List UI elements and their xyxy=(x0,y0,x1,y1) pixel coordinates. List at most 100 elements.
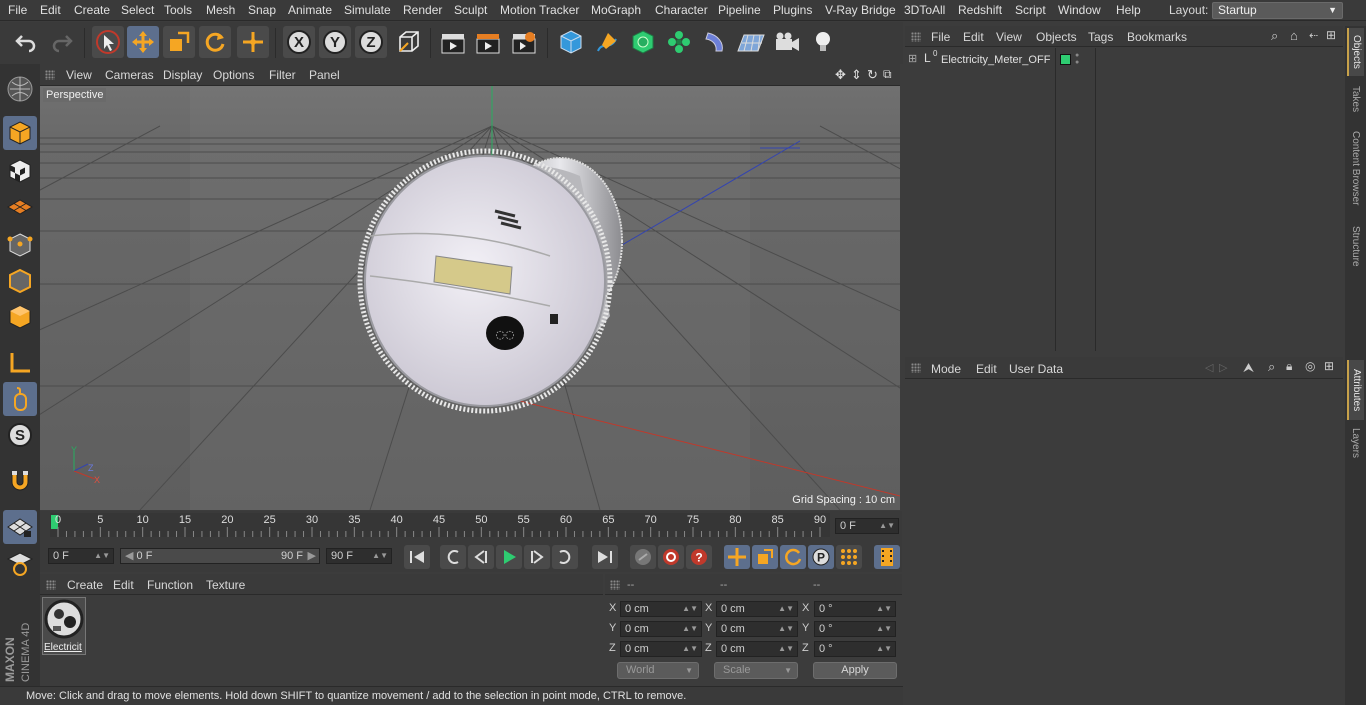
viewport-menu-view[interactable]: View xyxy=(66,68,92,82)
panel-grip[interactable] xyxy=(911,32,921,42)
menu-tools[interactable]: Tools xyxy=(164,3,192,17)
menu-help[interactable]: Help xyxy=(1116,3,1141,17)
viewport-menu-options[interactable]: Options xyxy=(213,68,254,82)
go-to-end-button[interactable] xyxy=(592,545,618,569)
search-icon[interactable]: ⌕ xyxy=(1268,359,1275,375)
render-view-button[interactable] xyxy=(437,26,469,58)
rotate-view-icon[interactable]: ↻ xyxy=(867,67,878,83)
dolly-view-icon[interactable]: ⇕ xyxy=(851,67,862,83)
tab-takes[interactable]: Takes xyxy=(1347,80,1364,118)
menu-mesh[interactable]: Mesh xyxy=(206,3,235,17)
visibility-dots-icon[interactable]: ● ● xyxy=(1075,52,1079,66)
key-rotation-button[interactable] xyxy=(780,545,806,569)
panel-grip[interactable] xyxy=(45,70,55,80)
key-position-button[interactable] xyxy=(724,545,750,569)
start-frame-field[interactable]: 0 F ▲▼ xyxy=(48,548,114,564)
key-point-level-button[interactable] xyxy=(836,545,862,569)
undo-button[interactable] xyxy=(10,26,42,58)
attribute-menu-edit[interactable]: Edit xyxy=(976,362,997,376)
object-menu-edit[interactable]: Edit xyxy=(963,30,984,44)
menu-create[interactable]: Create xyxy=(74,3,110,17)
object-menu-tags[interactable]: Tags xyxy=(1088,30,1113,44)
menu-motion-tracker[interactable]: Motion Tracker xyxy=(500,3,579,17)
menu-animate[interactable]: Animate xyxy=(288,3,332,17)
tab-objects[interactable]: Objects xyxy=(1347,28,1364,76)
scale-tool-button[interactable] xyxy=(163,26,195,58)
attribute-menu-mode[interactable]: Mode xyxy=(931,362,961,376)
menu-file[interactable]: File xyxy=(8,3,27,17)
record-active-objects-button[interactable] xyxy=(630,545,656,569)
tab-structure[interactable]: Structure xyxy=(1347,220,1364,272)
floor-object-button[interactable] xyxy=(735,26,767,58)
texture-mode-button[interactable] xyxy=(3,154,37,188)
menu-redshift[interactable]: Redshift xyxy=(958,3,1002,17)
cube-object-button[interactable] xyxy=(555,26,587,58)
next-key-button[interactable] xyxy=(552,545,578,569)
polygons-mode-button[interactable] xyxy=(3,300,37,334)
object-menu-bookmarks[interactable]: Bookmarks xyxy=(1127,30,1187,44)
menu-window[interactable]: Window xyxy=(1058,3,1101,17)
autokeying-button[interactable] xyxy=(658,545,684,569)
transform-tool-button[interactable] xyxy=(237,26,269,58)
navigate-back-icon[interactable]: ⇠ xyxy=(1309,29,1318,42)
home-icon[interactable]: ⌂ xyxy=(1290,28,1298,43)
locked-workplane-button[interactable] xyxy=(3,510,37,544)
expand-plus-icon[interactable]: ⊞ xyxy=(908,52,917,65)
menu-snap[interactable]: Snap xyxy=(248,3,276,17)
subdivision-surface-button[interactable] xyxy=(627,26,659,58)
layout-select[interactable]: Startup ▼ xyxy=(1212,2,1343,19)
next-frame-button[interactable] xyxy=(524,545,550,569)
coordinate-mode-select[interactable]: World ▼ xyxy=(617,662,699,679)
size-z-field[interactable]: 0 cm ▲▼ xyxy=(716,641,798,657)
keyframe-selection-button[interactable]: ? xyxy=(686,545,712,569)
new-window-icon[interactable]: ⊞ xyxy=(1326,28,1336,42)
z-axis-lock-button[interactable]: Z xyxy=(355,26,387,58)
object-row[interactable]: ⊞ L 0 Electricity_Meter_OFF xyxy=(905,49,1055,69)
coordinate-system-button[interactable] xyxy=(393,26,425,58)
back-arrow-icon[interactable]: ◁ xyxy=(1205,361,1213,374)
menu-sculpt[interactable]: Sculpt xyxy=(454,3,487,17)
axis-mode-button[interactable] xyxy=(3,346,37,380)
forward-arrow-icon[interactable]: ▷ xyxy=(1219,361,1227,374)
layer-color-swatch[interactable] xyxy=(1060,54,1071,65)
camera-label[interactable]: Perspective xyxy=(43,88,107,102)
viewport-menu-filter[interactable]: Filter xyxy=(269,68,296,82)
position-y-field[interactable]: 0 cm ▲▼ xyxy=(620,621,702,637)
edges-mode-button[interactable] xyxy=(3,264,37,298)
size-mode-select[interactable]: Scale ▼ xyxy=(714,662,798,679)
object-menu-objects[interactable]: Objects xyxy=(1036,30,1077,44)
menu-plugins[interactable]: Plugins xyxy=(773,3,812,17)
render-settings-button[interactable] xyxy=(508,26,540,58)
y-axis-lock-button[interactable]: Y xyxy=(319,26,351,58)
previous-key-button[interactable] xyxy=(440,545,466,569)
cloner-button[interactable] xyxy=(663,26,695,58)
timeline-ruler[interactable]: 0 5 10 15 20 25 30 35 40 45 50 55 60 65 70 75 80 85 90 0 F… xyxy=(40,511,902,541)
menu-edit[interactable]: Edit xyxy=(40,3,61,17)
target-icon[interactable]: ◎ xyxy=(1305,359,1315,373)
pen-spline-button[interactable] xyxy=(591,26,623,58)
menu-3dtoall[interactable]: 3DToAll xyxy=(904,3,945,17)
model-mode-button[interactable] xyxy=(3,116,37,150)
position-x-field[interactable]: 0 cm ▲▼ xyxy=(620,601,702,617)
menu-character[interactable]: Character xyxy=(655,3,708,17)
object-menu-file[interactable]: File xyxy=(931,30,950,44)
menu-select[interactable]: Select xyxy=(121,3,154,17)
snap-button[interactable] xyxy=(3,464,37,498)
menu-script[interactable]: Script xyxy=(1015,3,1046,17)
current-frame-field[interactable]: 0 F ▲▼ xyxy=(835,518,899,534)
menu-render[interactable]: Render xyxy=(403,3,442,17)
tab-content-browser[interactable]: Content Browser xyxy=(1347,122,1364,214)
panel-grip[interactable] xyxy=(46,580,56,590)
menu-simulate[interactable]: Simulate xyxy=(344,3,391,17)
size-x-field[interactable]: 0 cm ▲▼ xyxy=(716,601,798,617)
move-tool-button[interactable] xyxy=(127,26,159,58)
rotation-p-field[interactable]: 0 ° ▲▼ xyxy=(814,621,896,637)
timeline-window-button[interactable] xyxy=(874,545,900,569)
material-menu-create[interactable]: Create xyxy=(67,578,103,592)
camera-object-button[interactable] xyxy=(771,26,803,58)
pointer-icon[interactable]: ⮝ xyxy=(1243,360,1254,376)
maximize-view-icon[interactable]: ⧉ xyxy=(883,67,892,82)
apply-button[interactable]: Apply xyxy=(813,662,897,679)
tab-layers[interactable]: Layers xyxy=(1347,424,1364,462)
planar-workplane-button[interactable] xyxy=(3,546,37,580)
